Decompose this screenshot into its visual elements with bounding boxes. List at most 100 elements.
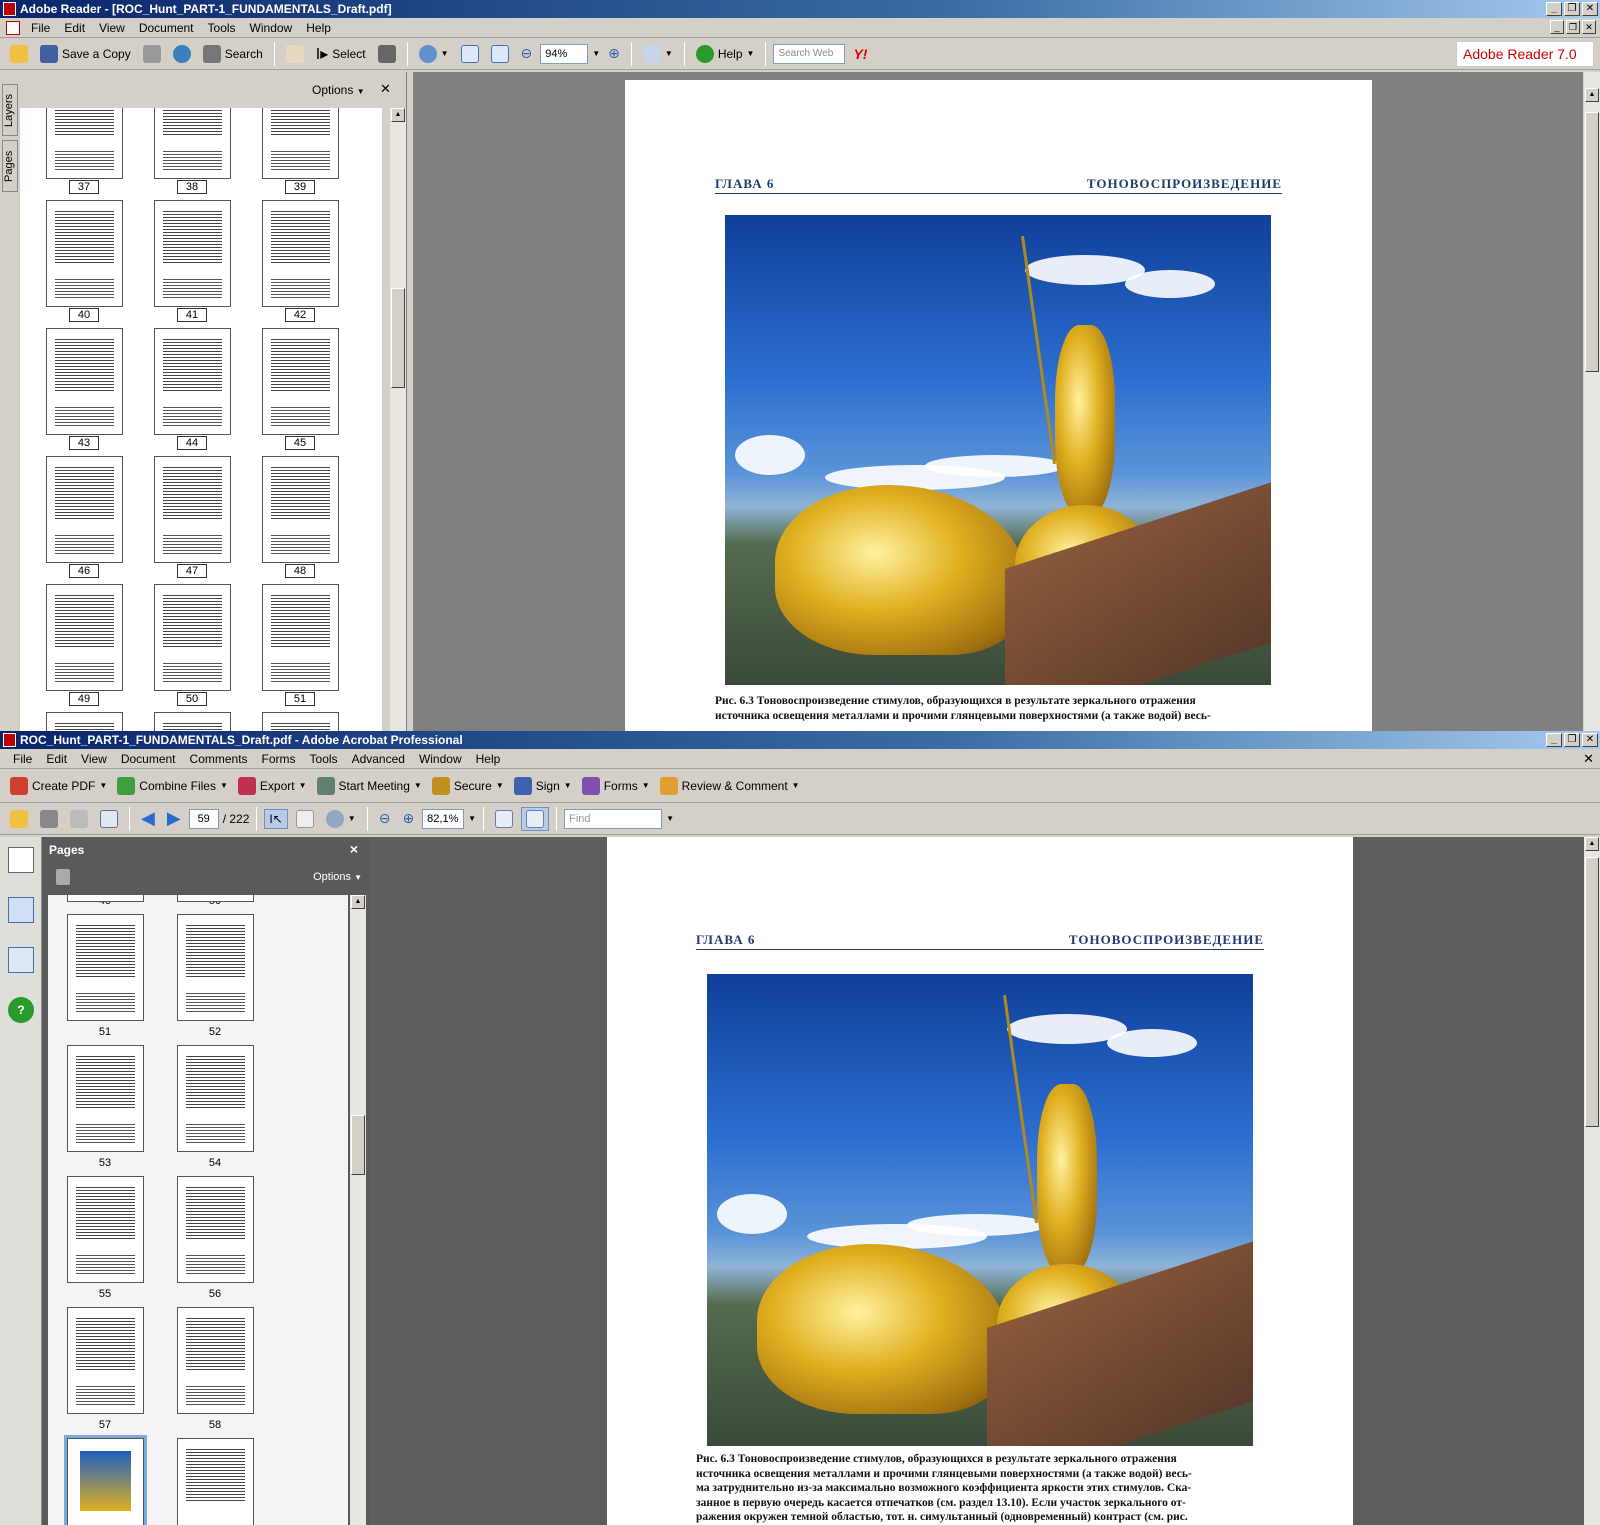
page-thumbnail[interactable] bbox=[262, 712, 339, 731]
secure-button[interactable]: Secure ▼ bbox=[428, 775, 508, 797]
page-thumbnail[interactable] bbox=[177, 1438, 254, 1525]
pages-options-button[interactable]: Options ▼ bbox=[313, 871, 362, 883]
page-thumbnail[interactable] bbox=[67, 1176, 144, 1283]
doc-scroll-thumb[interactable] bbox=[1585, 857, 1599, 1127]
minimize-button[interactable]: _ bbox=[1546, 733, 1562, 747]
snapshot-button[interactable] bbox=[374, 43, 400, 65]
zoom-in-button[interactable]: ⊕ bbox=[398, 808, 418, 829]
menu-edit[interactable]: Edit bbox=[57, 21, 92, 35]
combine-files-button[interactable]: Combine Files ▼ bbox=[113, 775, 232, 797]
page-thumbnail[interactable] bbox=[262, 328, 339, 435]
email-button[interactable] bbox=[96, 808, 122, 830]
reader-document-scrollbar[interactable]: ▲ bbox=[1584, 72, 1600, 731]
page-thumbnail[interactable] bbox=[262, 584, 339, 691]
menu-help[interactable]: Help bbox=[469, 752, 508, 766]
scroll-thumb[interactable] bbox=[391, 288, 405, 388]
document-icon[interactable] bbox=[6, 20, 20, 35]
menu-document[interactable]: Document bbox=[132, 21, 201, 35]
doc-close-button[interactable]: ✕ bbox=[1582, 20, 1596, 34]
page-thumbnail[interactable] bbox=[262, 200, 339, 307]
page-thumbnail[interactable] bbox=[154, 328, 231, 435]
menu-edit[interactable]: Edit bbox=[39, 752, 74, 766]
doc-scroll-up-arrow[interactable]: ▲ bbox=[1585, 88, 1599, 102]
page-thumbnail[interactable] bbox=[46, 712, 123, 731]
page-thumbnail[interactable] bbox=[177, 895, 254, 902]
forms-button[interactable]: Forms ▼ bbox=[578, 775, 654, 797]
doc-restore-button[interactable]: ❐ bbox=[1566, 20, 1580, 34]
pages-panel-scrollbar[interactable]: ▲ bbox=[350, 895, 366, 1525]
zoom-field[interactable]: 94% bbox=[540, 43, 589, 64]
reader-panel-scrollbar[interactable]: ▲ bbox=[390, 108, 406, 731]
menu-window[interactable]: Window bbox=[412, 752, 469, 766]
page-thumbnail[interactable] bbox=[67, 895, 144, 902]
page-thumbnail[interactable] bbox=[46, 456, 123, 563]
select-tool-button[interactable]: I▸ Select bbox=[312, 42, 370, 66]
menu-document[interactable]: Document bbox=[114, 752, 183, 766]
page-thumbnail[interactable] bbox=[46, 108, 123, 179]
fit-width-button[interactable] bbox=[487, 43, 513, 65]
page-thumbnail[interactable] bbox=[154, 712, 231, 731]
print-button[interactable] bbox=[139, 43, 165, 65]
scroll-up-arrow[interactable]: ▲ bbox=[351, 895, 365, 909]
page-thumbnail[interactable] bbox=[67, 914, 144, 1021]
acrobat-document-scrollbar[interactable]: ▲ bbox=[1584, 837, 1600, 1525]
open-button[interactable] bbox=[6, 808, 32, 830]
pages-panel-close-icon[interactable]: × bbox=[350, 841, 358, 857]
page-thumbnail[interactable] bbox=[154, 456, 231, 563]
hand-tool-button[interactable] bbox=[292, 808, 318, 830]
zoom-in-button[interactable]: ⊕ bbox=[604, 43, 624, 64]
tab-pages[interactable]: Pages bbox=[2, 140, 18, 192]
doc-scroll-up-arrow[interactable]: ▲ bbox=[1585, 837, 1599, 851]
menu-tools[interactable]: Tools bbox=[303, 752, 345, 766]
start-meeting-button[interactable]: Start Meeting ▼ bbox=[313, 775, 426, 797]
page-thumbnail[interactable] bbox=[46, 584, 123, 691]
page-thumbnail[interactable] bbox=[154, 584, 231, 691]
search-button[interactable]: Search bbox=[199, 43, 267, 65]
zoom-out-button[interactable]: ⊖ bbox=[517, 43, 537, 64]
save-button[interactable] bbox=[66, 808, 92, 830]
menu-comments[interactable]: Comments bbox=[183, 752, 255, 766]
menu-view[interactable]: View bbox=[74, 752, 114, 766]
menu-advanced[interactable]: Advanced bbox=[345, 752, 412, 766]
menu-window[interactable]: Window bbox=[243, 21, 300, 35]
menu-file[interactable]: File bbox=[24, 21, 57, 35]
close-button[interactable]: ✕ bbox=[1582, 733, 1598, 747]
select-tool-button[interactable]: I↖ bbox=[264, 808, 288, 829]
review-comment-button[interactable]: Review & Comment ▼ bbox=[656, 775, 804, 797]
help-nav-icon[interactable]: ? bbox=[8, 997, 34, 1023]
next-page-button[interactable]: ▶ bbox=[163, 806, 185, 831]
fit-page-button[interactable] bbox=[521, 806, 550, 831]
zoom-tool-button[interactable]: ▼ bbox=[322, 808, 360, 830]
print-button[interactable] bbox=[36, 808, 62, 830]
previous-page-button[interactable]: ◀ bbox=[137, 806, 159, 831]
sign-button[interactable]: Sign ▼ bbox=[510, 775, 576, 797]
panel-close-icon[interactable]: ✕ bbox=[380, 81, 391, 97]
tab-layers[interactable]: Layers bbox=[2, 84, 18, 136]
page-number-input[interactable]: 59 bbox=[188, 808, 219, 829]
menu-view[interactable]: View bbox=[92, 21, 132, 35]
page-thumbnail[interactable] bbox=[154, 200, 231, 307]
doc-scroll-thumb[interactable] bbox=[1585, 112, 1599, 372]
help-button[interactable]: Help ▼ bbox=[692, 43, 759, 65]
page-thumbnail[interactable] bbox=[67, 1307, 144, 1414]
search-web-input[interactable]: Search Web bbox=[773, 43, 846, 64]
page-thumbnail[interactable] bbox=[46, 328, 123, 435]
signatures-nav-icon[interactable] bbox=[8, 947, 34, 973]
page-thumbnail[interactable] bbox=[262, 456, 339, 563]
menu-tools[interactable]: Tools bbox=[201, 21, 243, 35]
minimize-button[interactable]: _ bbox=[1546, 2, 1562, 16]
restore-button[interactable]: ❐ bbox=[1564, 2, 1580, 16]
scroll-thumb[interactable] bbox=[351, 1115, 365, 1175]
page-thumbnail[interactable] bbox=[46, 200, 123, 307]
menu-help[interactable]: Help bbox=[299, 21, 338, 35]
current-page-thumbnail[interactable] bbox=[64, 1435, 147, 1525]
zoom-out-button[interactable]: ⊖ bbox=[375, 808, 395, 829]
page-thumbnail[interactable] bbox=[67, 1045, 144, 1152]
zoom-tool-button[interactable]: ▼ bbox=[415, 43, 453, 65]
restore-button[interactable]: ❐ bbox=[1564, 733, 1580, 747]
doc-minimize-button[interactable]: _ bbox=[1550, 20, 1564, 34]
page-thumbnail[interactable] bbox=[177, 1307, 254, 1414]
email-button[interactable] bbox=[169, 43, 195, 65]
scroll-up-arrow[interactable]: ▲ bbox=[391, 108, 405, 122]
close-button[interactable]: ✕ bbox=[1582, 2, 1598, 16]
